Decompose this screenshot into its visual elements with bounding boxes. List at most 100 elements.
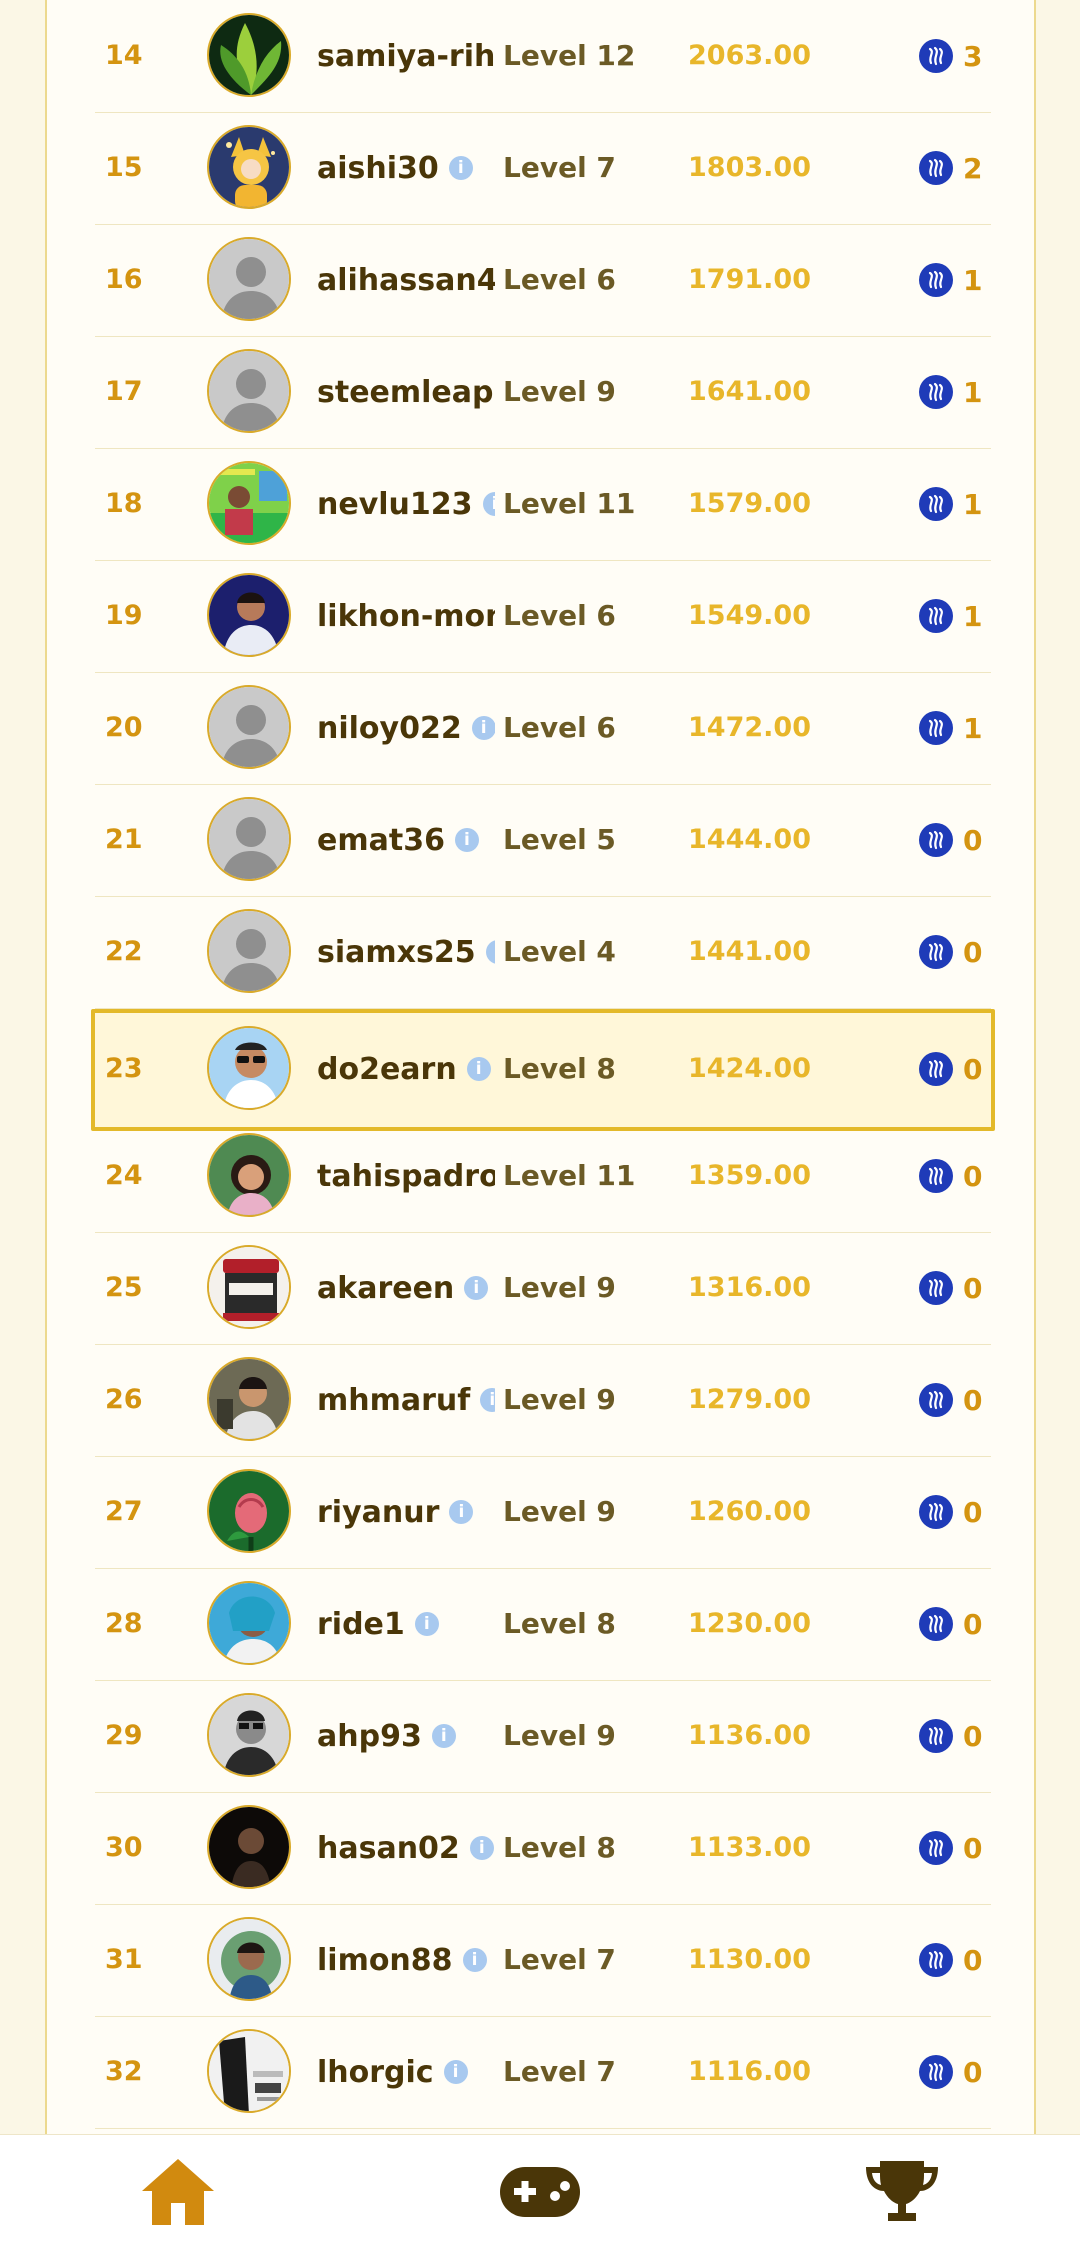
username[interactable]: emat36 <box>317 823 445 858</box>
leaderboard-row[interactable]: 15 aishi30 i Level 7 1803.00 2 <box>95 112 991 225</box>
avatar[interactable] <box>207 1357 291 1441</box>
username[interactable]: hasan02 <box>317 1831 460 1866</box>
username[interactable]: akareen <box>317 1271 454 1306</box>
info-icon[interactable]: i <box>466 1057 491 1081</box>
avatar[interactable] <box>207 1469 291 1553</box>
leaderboard-row[interactable]: 27 riyanur i Level 9 1260.00 0 <box>95 1456 991 1569</box>
avatar[interactable] <box>207 1245 291 1329</box>
reward-count: 3 <box>963 39 983 73</box>
username-cell: siamxs25 i <box>317 896 495 1008</box>
leaderboard-row[interactable]: 32 lhorgic i Level 7 1116.00 0 <box>95 2016 991 2129</box>
user-level: Level 8 <box>503 1052 616 1085</box>
rank-number: 20 <box>105 712 143 743</box>
score-value: 1791.00 <box>688 264 811 295</box>
info-icon[interactable]: i <box>480 1388 495 1412</box>
leaderboard-row[interactable]: 16 alihassan4iLevel 6 1791.00 1 <box>95 224 991 337</box>
avatar[interactable] <box>207 685 291 769</box>
user-level: Level 9 <box>503 375 616 408</box>
score-value: 1230.00 <box>688 1608 811 1639</box>
leaderboard-row[interactable]: 31 limon88 i Level 7 1130.00 0 <box>95 1904 991 2017</box>
nav-leaderboard-button[interactable] <box>862 2155 942 2227</box>
leaderboard-row[interactable]: 21 emat36 i Level 5 1444.00 0 <box>95 784 991 897</box>
leaderboard-row[interactable]: 17 steemleapiLevel 9 1641.00 1 <box>95 336 991 449</box>
reward-cell: 0 <box>919 1013 982 1125</box>
username[interactable]: do2earn <box>317 1052 457 1087</box>
leaderboard-row-current-user[interactable]: 23 do2earn i Level 8 1424.00 0 <box>91 1009 995 1131</box>
avatar[interactable] <box>207 1917 291 2001</box>
score-value: 1316.00 <box>688 1272 811 1303</box>
steem-icon <box>919 263 953 297</box>
info-icon[interactable]: i <box>414 1612 439 1636</box>
avatar[interactable] <box>207 13 291 97</box>
leaderboard-row[interactable]: 29 ahp93 i Level 9 1136.00 0 <box>95 1680 991 1793</box>
reward-cell: 0 <box>919 1120 982 1232</box>
info-icon[interactable]: i <box>449 1500 474 1524</box>
reward-cell: 1 <box>919 448 982 560</box>
username[interactable]: tahispadron <box>317 1159 495 1194</box>
steem-icon <box>919 935 953 969</box>
score-value: 1444.00 <box>688 824 811 855</box>
username[interactable]: aishi30 <box>317 151 439 186</box>
steem-icon <box>919 1159 953 1193</box>
info-icon[interactable]: i <box>462 1948 487 1972</box>
leaderboard-row[interactable]: 24 tahispadroniLevel 11 1359.00 0 <box>95 1120 991 1233</box>
username[interactable]: steemleap <box>317 375 494 410</box>
leaderboard-row[interactable]: 28 ride1 i Level 8 1230.00 0 <box>95 1568 991 1681</box>
username[interactable]: mhmaruf <box>317 1383 470 1418</box>
score-value: 1136.00 <box>688 1720 811 1751</box>
leaderboard-row[interactable]: 26 mhmaruf i Level 9 1279.00 0 <box>95 1344 991 1457</box>
avatar[interactable] <box>207 1693 291 1777</box>
leaderboard-row[interactable]: 20 niloy022 i Level 6 1472.00 1 <box>95 672 991 785</box>
leaderboard-row[interactable]: 19 likhon-moniLevel 6 1549.00 1 <box>95 560 991 673</box>
user-level: Level 12 <box>503 39 636 72</box>
nav-home-button[interactable] <box>138 2155 218 2227</box>
username[interactable]: niloy022 <box>317 711 462 746</box>
username-cell: nevlu123 i <box>317 448 495 560</box>
rank-number: 14 <box>105 40 143 71</box>
rank-number: 28 <box>105 1608 143 1639</box>
info-icon[interactable]: i <box>485 940 495 964</box>
info-icon[interactable]: i <box>454 828 479 852</box>
username[interactable]: nevlu123 <box>317 487 473 522</box>
username[interactable]: likhon-mon <box>317 599 495 634</box>
reward-count: 1 <box>963 599 983 633</box>
avatar[interactable] <box>207 797 291 881</box>
leaderboard-row[interactable]: 14 samiya-rihciLevel 12 2063.00 3 <box>95 0 991 113</box>
avatar[interactable] <box>207 573 291 657</box>
avatar[interactable] <box>207 1805 291 1889</box>
username[interactable]: lhorgic <box>317 2055 434 2090</box>
leaderboard-row[interactable]: 25 akareen i Level 9 1316.00 0 <box>95 1232 991 1345</box>
avatar[interactable] <box>207 1581 291 1665</box>
avatar[interactable] <box>207 1026 291 1110</box>
username[interactable]: limon88 <box>317 1943 453 1978</box>
info-icon[interactable]: i <box>443 2060 468 2084</box>
username[interactable]: ahp93 <box>317 1719 422 1754</box>
username[interactable]: ride1 <box>317 1607 405 1642</box>
username[interactable]: samiya-rihc <box>317 39 495 74</box>
leaderboard-row[interactable]: 30 hasan02 i Level 8 1133.00 0 <box>95 1792 991 1905</box>
leaderboard-row[interactable]: 18 nevlu123 i Level 11 1579.00 1 <box>95 448 991 561</box>
reward-count: 0 <box>963 935 983 969</box>
info-icon[interactable]: i <box>464 1276 489 1300</box>
avatar[interactable] <box>207 909 291 993</box>
score-value: 1130.00 <box>688 1944 811 1975</box>
avatar[interactable] <box>207 461 291 545</box>
avatar[interactable] <box>207 237 291 321</box>
info-icon[interactable]: i <box>469 1836 494 1860</box>
username[interactable]: alihassan4 <box>317 263 495 298</box>
info-icon[interactable]: i <box>448 156 473 180</box>
nav-games-button[interactable] <box>498 2155 582 2227</box>
avatar[interactable] <box>207 2029 291 2113</box>
steem-icon <box>919 375 953 409</box>
avatar[interactable] <box>207 1133 291 1217</box>
leaderboard-row[interactable]: 22 siamxs25 i Level 4 1441.00 0 <box>95 896 991 1009</box>
avatar[interactable] <box>207 349 291 433</box>
username[interactable]: riyanur <box>317 1495 439 1530</box>
reward-count: 1 <box>963 375 983 409</box>
info-icon[interactable]: i <box>482 492 495 516</box>
username-cell: niloy022 i <box>317 672 495 784</box>
info-icon[interactable]: i <box>471 716 495 740</box>
avatar[interactable] <box>207 125 291 209</box>
username[interactable]: siamxs25 <box>317 935 476 970</box>
info-icon[interactable]: i <box>431 1724 456 1748</box>
